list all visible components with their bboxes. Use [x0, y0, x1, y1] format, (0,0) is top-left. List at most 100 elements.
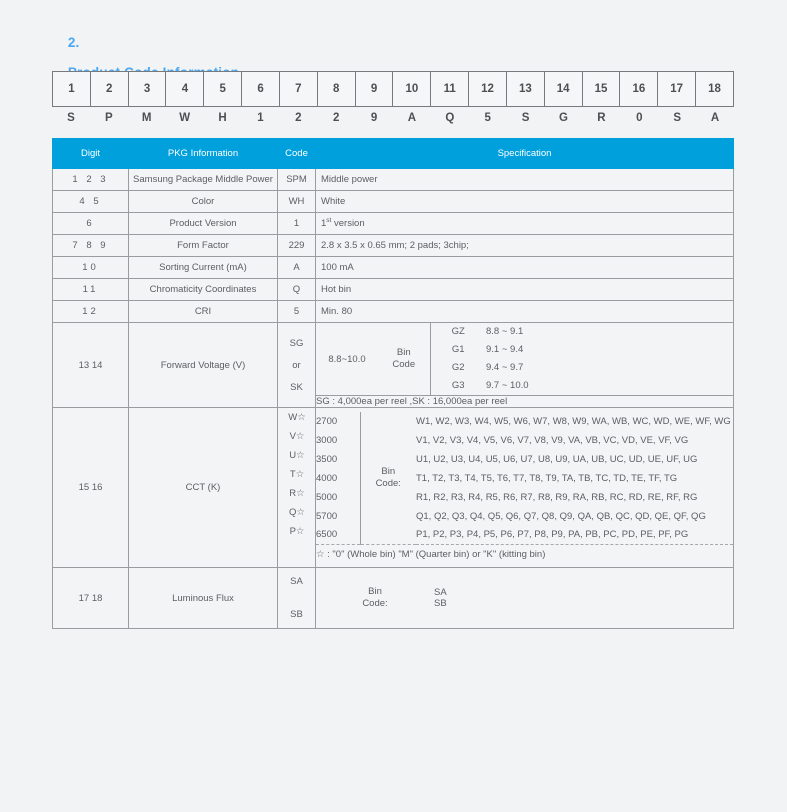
luminous-flux-section: 17 18 Luminous Flux SA SB Bin Code: SA S… — [52, 567, 734, 629]
table-row: 15 16 CCT (K) W☆ V☆ U☆ T☆ R☆ Q☆ P☆ 2700 Bin Code… — [52, 407, 734, 568]
cct-bin-list-1: V1, V2, V3, V4, V5, V6, V7, V8, V9, VA, … — [416, 434, 689, 446]
cct-bin-list-6: P1, P2, P3, P4, P5, P6, P7, P8, P9, PA, … — [416, 529, 689, 541]
fv-bin-label-line2: Code — [392, 359, 416, 370]
fv-bin-2-range: 9.4 ~ 9.7 — [486, 362, 524, 373]
letter-cell: 2 — [332, 112, 340, 124]
letter-cell: R — [597, 112, 606, 124]
row-specification: Min. 80 — [315, 300, 734, 323]
cct-code-3: T☆ — [289, 469, 305, 480]
row-pkg-information: Sorting Current (mA) — [128, 256, 278, 279]
lf-bin-code-label: Bin Code: — [316, 574, 434, 622]
row-code: 229 — [277, 234, 316, 257]
row-specification: White — [315, 190, 734, 213]
fv-range: 8.8~10.0 — [328, 353, 366, 365]
cct-bin-label-line1: Bin — [381, 466, 396, 478]
lf-bin-label-line2: Code: — [362, 598, 388, 609]
row-digit: 12 — [52, 300, 129, 323]
row-specification: Middle power — [315, 168, 734, 191]
cct-bin-list-3: T1, T2, T3, T4, T5, T6, T7, T8, T9, TA, … — [416, 472, 678, 484]
fv-code-0: SG — [289, 337, 304, 349]
fv-code-cell: SG or SK — [277, 322, 316, 408]
cct-digit: 15 16 — [52, 407, 129, 568]
table-row: 13 14 Forward Voltage (V) SG or SK 8.8~1… — [52, 322, 734, 408]
fv-bin-1-code: G1 — [451, 344, 465, 355]
cct-bin-code-label: Bin Code: — [360, 412, 416, 545]
row-specification: Hot bin — [315, 278, 734, 301]
letter-cell: 2 — [295, 112, 302, 124]
header-code: Code — [277, 138, 316, 169]
row-pkg-information: Color — [128, 190, 278, 213]
letter-cell: 5 — [484, 112, 491, 124]
letter-cell: Q — [445, 112, 455, 124]
cct-code-2: U☆ — [289, 450, 305, 461]
digit-cell: 18 — [696, 72, 733, 106]
cct-code-5: Q☆ — [289, 507, 305, 518]
fv-bin-3-range: 9.7 ~ 10.0 — [486, 380, 529, 391]
cct-code-6: P☆ — [289, 526, 305, 537]
cct-code-row: T☆ — [278, 465, 316, 484]
letter-cell: W — [179, 112, 191, 124]
row-digit: 10 — [52, 256, 129, 279]
row-pkg-information: Chromaticity Coordinates — [128, 278, 278, 301]
row-code: A — [277, 256, 316, 279]
digit-cell: 15 — [582, 72, 621, 106]
cct-kelvin-4: 5000 — [316, 487, 361, 507]
lf-value-1: SB — [434, 598, 447, 609]
cct-bin-list-4: R1, R2, R3, R4, R5, R6, R7, R8, R9, RA, … — [416, 491, 698, 503]
letter-cell: 9 — [370, 112, 378, 124]
cct-kelvin-0: 2700 — [316, 411, 361, 431]
cct-code-spacer — [278, 541, 316, 567]
letter-cell: H — [218, 112, 227, 124]
cct-code-cell: W☆ V☆ U☆ T☆ R☆ Q☆ P☆ — [277, 407, 316, 568]
digit-cell: 5 — [204, 72, 243, 106]
section-number: 2. — [67, 35, 80, 50]
cct-footnote-row: ☆ : "0" (Whole bin) "M" (Quarter bin) or… — [316, 544, 733, 564]
digit-cell: 13 — [506, 72, 545, 106]
table-row: 12 CRI 5 Min. 80 — [52, 300, 734, 323]
lf-pkg-label: Luminous Flux — [128, 567, 278, 629]
lf-code-0: SA — [290, 576, 303, 587]
fv-spec-cell: 8.8~10.0 Bin Code GZ 8.8 ~ 9.1 G1 9.1 ~ … — [315, 322, 734, 396]
fv-bin-1-range: 9.1 ~ 9.4 — [486, 344, 524, 355]
row-code: WH — [277, 190, 316, 213]
digit-cell: 1 — [53, 72, 91, 106]
letter-cell: S — [67, 112, 75, 124]
row-code: 5 — [277, 300, 316, 323]
lf-code-1: SB — [290, 609, 303, 620]
cct-kelvin-1: 3000 — [316, 430, 361, 450]
row-digit: 11 — [52, 278, 129, 301]
fv-bin-label-line1: Bin — [396, 347, 411, 359]
row-digit: 4 5 — [52, 190, 129, 213]
letter-cell: P — [105, 112, 113, 124]
cct-spec-cell: 2700 Bin Code: W1, W2, W3, W4, W5, W6, W7, … — [315, 407, 734, 568]
cct-bin-list-5: Q1, Q2, Q3, Q4, Q5, Q6, Q7, Q8, Q9, QA, … — [416, 510, 706, 522]
cct-code-0: W☆ — [288, 412, 306, 423]
cct-kelvin-2: 3500 — [316, 449, 361, 469]
table-row: 1 2 3 Samsung Package Middle Power SPM Midd… — [52, 168, 734, 191]
cct-code-row: U☆ — [278, 446, 316, 465]
table-row: 6 Product Version 1 1st version — [52, 212, 734, 235]
forward-voltage-section: 13 14 Forward Voltage (V) SG or SK 8.8~1… — [52, 322, 734, 408]
table-header-row: Digit PKG Information Code Specification — [52, 138, 734, 169]
lf-bin-label-line1: Bin — [368, 586, 382, 598]
row-specification: 2.8 x 3.5 x 0.65 mm; 2 pads; 3chip; — [315, 234, 734, 257]
fv-bin-2-code: G2 — [451, 362, 465, 373]
digit-cell: 14 — [544, 72, 583, 106]
cct-row: 2700 Bin Code: W1, W2, W3, W4, W5, W6, W7, … — [316, 411, 733, 489]
row-pkg-information: Product Version — [128, 212, 278, 235]
cct-code-row: W☆ — [278, 408, 316, 427]
letter-cell: G — [559, 112, 568, 124]
fv-digit: 13 14 — [52, 322, 129, 408]
row-code: SPM — [277, 168, 316, 191]
lf-digit: 17 18 — [52, 567, 129, 629]
cct-code-4: R☆ — [289, 488, 305, 499]
table-row: 11 Chromaticity Coordinates Q Hot bin — [52, 278, 734, 301]
row-digit: 6 — [52, 212, 129, 235]
digit-cell: 10 — [393, 72, 432, 106]
digit-cell: 11 — [431, 72, 470, 106]
cct-code-row: Q☆ — [278, 503, 316, 522]
cct-code-row: V☆ — [278, 427, 316, 446]
cct-kelvin-5: 5700 — [316, 506, 361, 526]
row-pkg-information: Form Factor — [128, 234, 278, 257]
cct-bin-list-0: W1, W2, W3, W4, W5, W6, W7, W8, W9, WA, … — [416, 415, 731, 427]
